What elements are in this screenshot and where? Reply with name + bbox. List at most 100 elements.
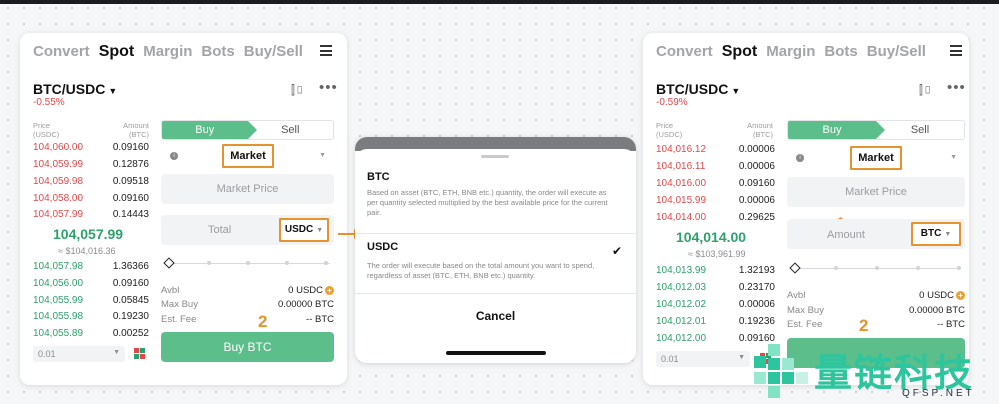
info-icon[interactable]: i	[796, 154, 804, 162]
ask-price[interactable]: 104,059.98	[33, 176, 83, 188]
hamburger-menu-icon[interactable]	[320, 45, 332, 56]
tab-bots[interactable]: Bots	[824, 43, 857, 60]
bid-price[interactable]: 104,055.89	[33, 328, 83, 340]
slider-tick[interactable]	[916, 266, 920, 270]
bid-price[interactable]: 104,055.99	[33, 295, 83, 307]
pair-selector[interactable]: BTC/USDC ▼	[656, 81, 740, 97]
ask-amount: 0.00006	[738, 144, 775, 155]
tab-spot[interactable]: Spot	[99, 43, 135, 61]
price-column-header: Price (USDC)	[656, 121, 683, 139]
option-btc-title[interactable]: BTC	[367, 171, 390, 183]
order-type-select[interactable]: i Market ▼	[787, 146, 965, 170]
more-options-icon[interactable]: •••	[947, 79, 966, 96]
caret-down-icon: ▼	[316, 227, 324, 234]
tab-margin[interactable]: Margin	[766, 43, 815, 60]
order-type-select[interactable]: i Market ▼	[161, 144, 334, 168]
bid-price[interactable]: 104,056.00	[33, 278, 83, 290]
total-input[interactable]: Total USDC ▼	[161, 215, 334, 245]
ask-price[interactable]: 104,057.99	[33, 209, 83, 221]
slider-handle[interactable]	[789, 262, 801, 274]
slider-tick[interactable]	[957, 266, 961, 270]
add-funds-icon[interactable]: +	[956, 291, 965, 300]
depth-view-icon[interactable]	[134, 348, 145, 359]
bid-price[interactable]: 104,055.98	[33, 311, 83, 323]
amount-label: Amount	[827, 229, 865, 241]
info-icon[interactable]: i	[170, 152, 178, 160]
last-price[interactable]: 104,014.00	[676, 229, 746, 245]
ask-amount: 0.09160	[738, 178, 775, 189]
bid-price[interactable]: 104,012.03	[656, 282, 706, 294]
est-fee-value: -- BTC	[937, 319, 965, 330]
top-nav-tabs: Convert Spot Margin Bots Buy/Sell	[656, 43, 926, 61]
unit-selector[interactable]: BTC ▼	[911, 222, 961, 246]
amount-slider-track[interactable]	[170, 263, 330, 264]
ask-price[interactable]: 104,014.00	[656, 212, 706, 224]
buy-btc-button[interactable]: Buy BTC	[161, 332, 334, 362]
buy-tab[interactable]: Buy	[788, 121, 885, 139]
bid-amount: 0.19236	[738, 316, 775, 327]
ask-price[interactable]: 104,016.11	[656, 161, 705, 173]
avbl-value: 0 USDC +	[250, 285, 334, 296]
bid-amount: 0.09160	[112, 278, 149, 289]
step-marker-2: 2	[859, 316, 869, 335]
buy-tab[interactable]: Buy	[162, 121, 256, 139]
unit-selector[interactable]: USDC ▼	[279, 218, 329, 242]
ask-price[interactable]: 104,058.00	[33, 193, 83, 205]
price-change: -0.55%	[33, 97, 65, 108]
slider-tick[interactable]	[875, 266, 879, 270]
pair-selector[interactable]: BTC/USDC ▼	[33, 81, 117, 97]
tab-buy-sell[interactable]: Buy/Sell	[867, 43, 926, 60]
ask-price[interactable]: 104,016.00	[656, 178, 706, 190]
price-column-header: Price (USDC)	[33, 121, 60, 139]
slider-tick[interactable]	[834, 266, 838, 270]
ask-amount: 0.00006	[738, 195, 775, 206]
price-step-select[interactable]: 0.01 ▼	[656, 351, 750, 367]
sell-tab[interactable]: Sell	[876, 121, 964, 139]
slider-tick[interactable]	[207, 261, 211, 265]
ask-amount: 0.09518	[112, 176, 149, 187]
caret-down-icon: ▼	[108, 86, 118, 96]
ask-price[interactable]: 104,060.00	[33, 142, 83, 154]
slider-tick[interactable]	[246, 261, 250, 265]
candlestick-chart-icon[interactable]: ⫿▯	[919, 83, 932, 98]
tab-convert[interactable]: Convert	[33, 43, 90, 60]
caret-down-icon: ▼	[944, 231, 952, 238]
candlestick-chart-icon[interactable]: ⫿▯	[291, 83, 304, 98]
last-price-usd: ≈ $103,961.99	[688, 249, 746, 259]
bid-price[interactable]: 104,012.00	[656, 333, 706, 345]
ask-amount: 0.14443	[112, 209, 149, 220]
option-usdc-title[interactable]: USDC	[367, 241, 398, 253]
ask-price[interactable]: 104,016.12	[656, 144, 706, 156]
bid-amount: 0.23170	[738, 282, 775, 293]
slider-tick[interactable]	[285, 261, 289, 265]
price-step-select[interactable]: 0.01 ▼	[33, 346, 125, 362]
cancel-button[interactable]: Cancel	[355, 309, 636, 323]
option-usdc-desc: The order will execute based on the tota…	[367, 261, 595, 280]
tab-convert[interactable]: Convert	[656, 43, 713, 60]
ask-amount: 0.12876	[112, 159, 149, 170]
watermark-subtext: QFSP.NET	[902, 388, 975, 399]
tab-bots[interactable]: Bots	[201, 43, 234, 60]
order-type-value[interactable]: Market	[222, 144, 274, 168]
market-price-field: Market Price	[161, 174, 334, 204]
option-btc-desc: Based on asset (BTC, ETH, BNB etc.) quan…	[367, 188, 608, 217]
order-type-value[interactable]: Market	[850, 146, 902, 170]
last-price[interactable]: 104,057.99	[53, 226, 123, 242]
tab-buy-sell[interactable]: Buy/Sell	[244, 43, 303, 60]
slider-tick[interactable]	[324, 261, 328, 265]
sheet-grabber[interactable]	[481, 155, 509, 158]
add-funds-icon[interactable]: +	[325, 286, 334, 295]
ask-price[interactable]: 104,015.99	[656, 195, 706, 207]
bid-price[interactable]: 104,013.99	[656, 265, 706, 277]
more-options-icon[interactable]: •••	[319, 79, 338, 96]
tab-margin[interactable]: Margin	[143, 43, 192, 60]
amount-input[interactable]: Amount BTC ▼	[787, 219, 965, 249]
slider-handle[interactable]	[163, 257, 175, 269]
ask-price[interactable]: 104,059.99	[33, 159, 83, 171]
bid-price[interactable]: 104,012.02	[656, 299, 706, 311]
hamburger-menu-icon[interactable]	[950, 45, 962, 56]
bid-price[interactable]: 104,012.01	[656, 316, 706, 328]
bid-price[interactable]: 104,057.98	[33, 261, 83, 273]
sell-tab[interactable]: Sell	[247, 121, 333, 139]
tab-spot[interactable]: Spot	[722, 43, 758, 61]
